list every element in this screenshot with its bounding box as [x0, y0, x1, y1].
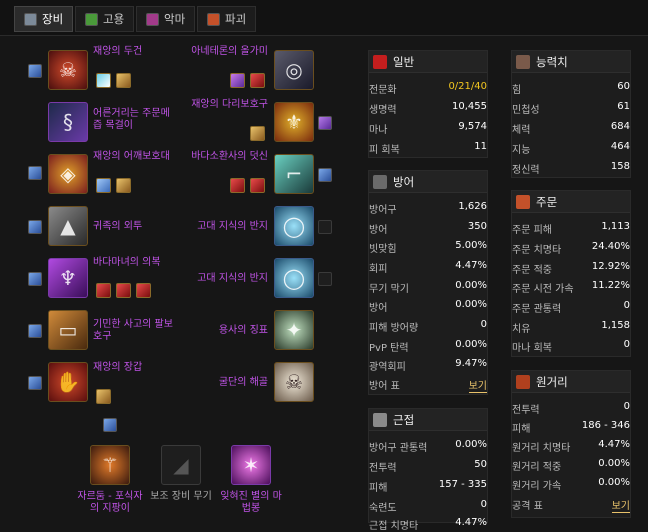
legs-icon[interactable]: ⚜ — [274, 102, 314, 142]
chest-gem-3-icon[interactable] — [136, 283, 151, 298]
head-item-name[interactable]: 재앙의 두건 — [93, 46, 142, 58]
waist-item-name[interactable]: 아네테론의 올가미 — [168, 46, 268, 58]
robe-icon[interactable]: ♆ — [48, 258, 88, 298]
wand-icon[interactable]: ✶ — [231, 445, 271, 485]
chest-enchant-icon[interactable] — [28, 272, 42, 286]
panel-general: 일반 전문화 0/21/40 생명력 10,455 마나 9,574 피 회복 11 — [368, 50, 488, 158]
skull-icon[interactable]: ☠ — [274, 362, 314, 402]
belt-icon[interactable]: ◎ — [274, 50, 314, 90]
hands-gem-1-icon[interactable] — [96, 389, 111, 404]
shield-icon — [373, 174, 387, 189]
hands-item-name[interactable]: 재앙의 장갑 — [93, 362, 142, 374]
waist-gem-1-icon[interactable] — [230, 73, 245, 88]
weapon-enchant-icon[interactable] — [103, 418, 117, 432]
ring-1-icon[interactable]: ◯ — [274, 206, 314, 246]
cloak-item-name[interactable]: 귀족의 외투 — [93, 221, 142, 233]
feet-gem-2-icon[interactable] — [250, 178, 265, 193]
panel-stats-header: 능력치 — [512, 51, 630, 73]
attack-table-link[interactable]: 보기 — [611, 497, 630, 513]
feet-item-name[interactable]: 바다소환사의 덧신 — [168, 151, 268, 163]
demonology-tab-icon — [146, 12, 159, 26]
gloves-icon[interactable]: ✋ — [48, 362, 88, 402]
necklace-icon[interactable]: § — [48, 102, 88, 142]
shoulder-icon[interactable]: ◈ — [48, 154, 88, 194]
feet-gem-1-icon[interactable] — [230, 178, 245, 193]
offhand-item-name[interactable]: 보조 장비 무기 — [148, 491, 214, 503]
waist-gem-2-icon[interactable] — [250, 73, 265, 88]
panel-ranged-header: 원거리 — [512, 371, 630, 393]
tab-demonology[interactable]: 악마 — [136, 6, 196, 32]
head-gem-2-icon[interactable] — [116, 73, 131, 88]
boots-icon[interactable]: ⌐ — [274, 154, 314, 194]
trinket-icon[interactable]: ✦ — [274, 310, 314, 350]
panel-general-header: 일반 — [369, 51, 487, 73]
defense-table-link[interactable]: 보기 — [468, 377, 487, 393]
chest-item-name[interactable]: 바다마녀의 의복 — [93, 257, 161, 269]
destruction-tab-icon — [207, 12, 220, 26]
shoulder-gem-1-icon[interactable] — [96, 178, 111, 193]
tab-destruction[interactable]: 파괴 — [197, 6, 257, 32]
legs-gem-1-icon[interactable] — [250, 126, 265, 141]
equipment-area: ☠ 재앙의 두건 § 어른거리는 주문메 즙 목걸이 ◈ 재앙의 어깨보호대 ▲… — [18, 40, 340, 523]
general-icon — [373, 54, 387, 69]
panel-defense-header: 방어 — [369, 171, 487, 193]
wrist-enchant-icon[interactable] — [28, 324, 42, 338]
ring-2-icon[interactable]: ◯ — [274, 258, 314, 298]
crossed-swords-icon — [373, 412, 387, 427]
empty-offhand-icon[interactable]: ◢ — [161, 445, 201, 485]
skull-helm-icon[interactable]: ☠ — [48, 50, 88, 90]
shoulder-gem-2-icon[interactable] — [116, 178, 131, 193]
panel-defense: 방어 방어구 1,626 방어 350 빗맞힘 5.00% 회피 4.47% 무기 막기… — [368, 170, 488, 395]
panel-spell: 주문 주문 피해 1,113 주문 치명타 24.40% 주문 적중 12.92% 주… — [511, 190, 631, 357]
head-enchant-icon[interactable] — [28, 64, 42, 78]
mainhand-item-name[interactable]: 자르둠 - 포식자의 지팡이 — [76, 491, 144, 515]
panel-stats: 능력치 힘 60 민첩성 61 체력 684 지능 464 정신력 158 — [511, 50, 631, 178]
cloak-icon[interactable]: ▲ — [48, 206, 88, 246]
tab-affliction[interactable]: 고용 — [75, 6, 135, 32]
panel-melee-header: 근접 — [369, 409, 487, 431]
spell-icon — [516, 194, 530, 209]
legs-enchant-icon[interactable] — [318, 116, 332, 130]
panel-melee: 근접 방어구 관통력 0.00% 전투력 50 피해 157 - 335 숙련도 0 근… — [368, 408, 488, 532]
neck-item-name[interactable]: 어른거리는 주문메 즙 목걸이 — [93, 108, 177, 132]
panel-spell-header: 주문 — [512, 191, 630, 213]
staff-icon[interactable]: ⚚ — [90, 445, 130, 485]
ring-2-enchant-icon[interactable] — [318, 272, 332, 286]
ranged-item-name[interactable]: 잊혀진 별의 마법봉 — [220, 491, 282, 515]
legs-item-name[interactable]: 재앙의 다리보호구 — [168, 99, 268, 111]
bracer-icon[interactable]: ▭ — [48, 310, 88, 350]
head-gem-1-icon[interactable] — [96, 73, 111, 88]
chest-gem-1-icon[interactable] — [96, 283, 111, 298]
stats-icon — [516, 54, 530, 69]
ring-2-item-name[interactable]: 고대 지식의 반지 — [168, 273, 268, 285]
shoulder-enchant-icon[interactable] — [28, 166, 42, 180]
tab-bar: 장비 고용 악마 파괴 — [0, 0, 648, 36]
tab-equipment[interactable]: 장비 — [14, 6, 74, 32]
ring-1-item-name[interactable]: 고대 지식의 반지 — [168, 221, 268, 233]
shoulder-item-name[interactable]: 재앙의 어깨보호대 — [93, 151, 170, 163]
cloak-enchant-icon[interactable] — [28, 220, 42, 234]
affliction-tab-icon — [85, 12, 98, 26]
feet-enchant-icon[interactable] — [318, 168, 332, 182]
chest-gem-2-icon[interactable] — [116, 283, 131, 298]
panel-ranged: 원거리 전투력 0 피해 186 - 346 원거리 치명타 4.47% 원거리 적중… — [511, 370, 631, 518]
ring-1-enchant-icon[interactable] — [318, 220, 332, 234]
equipment-tab-icon — [24, 12, 37, 26]
trinket-1-item-name[interactable]: 용사의 징표 — [168, 325, 268, 337]
hands-enchant-icon[interactable] — [28, 376, 42, 390]
bow-icon — [516, 374, 530, 389]
trinket-2-item-name[interactable]: 굴단의 해골 — [168, 377, 268, 389]
